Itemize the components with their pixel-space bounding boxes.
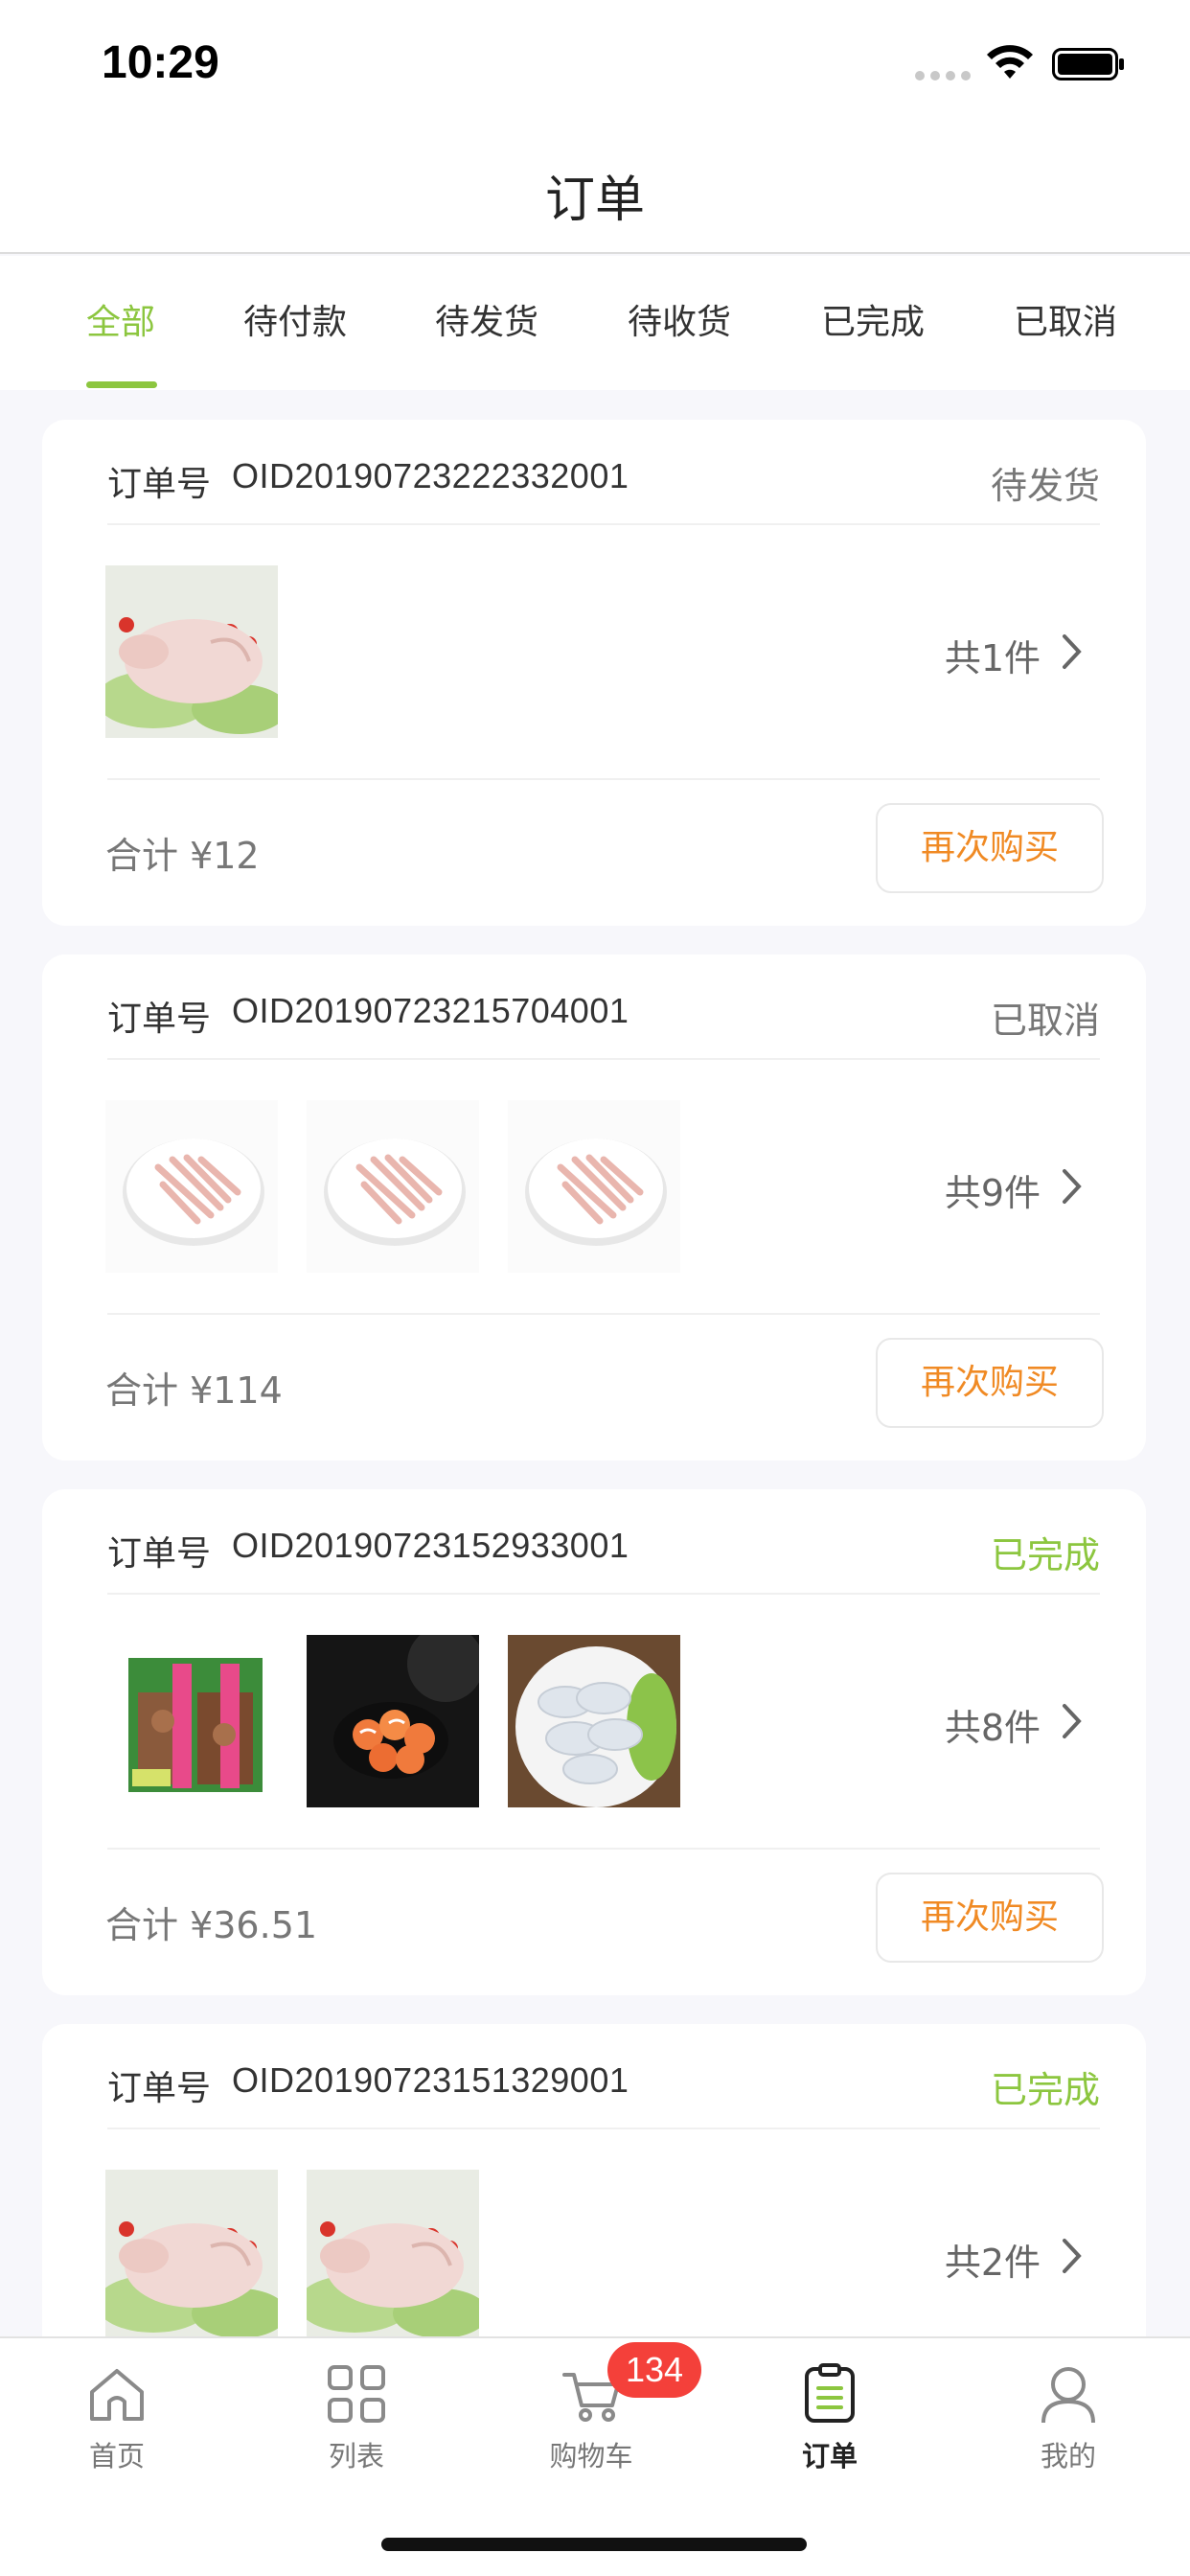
order-icon: [805, 2363, 855, 2423]
product-image-salmon-balls: [307, 1635, 479, 1807]
buy-again-button[interactable]: 再次购买: [876, 803, 1104, 893]
item-count: 共2件: [944, 2242, 1041, 2284]
tabbar-label: 首页: [88, 2440, 145, 2472]
tabbar-label: 我的: [1040, 2440, 1096, 2472]
order-status-tabs: 全部 待付款 待发货 待收货 已完成 已取消: [0, 256, 1190, 390]
product-image-whole-duck: [105, 565, 278, 738]
product-thumbnails[interactable]: [105, 2170, 479, 2344]
order-number: OID20190723152933001: [232, 1526, 629, 1565]
order-header: 订单号 OID20190723215704001 已取消: [107, 991, 1100, 1048]
divider: [107, 1848, 1100, 1850]
item-count: 共1件: [944, 637, 1041, 679]
product-image-duck-feet: [105, 1100, 278, 1273]
product-image-whole-duck: [105, 2170, 278, 2342]
tab-pending-receipt[interactable]: 待收货: [628, 294, 731, 344]
cart-count-badge: 134: [607, 2342, 701, 2398]
product-image-shrimp: [508, 1635, 680, 1807]
order-status: 已完成: [990, 2069, 1100, 2111]
order-header: 订单号 OID20190723222332001 待发货: [107, 456, 1100, 514]
chevron-right-icon[interactable]: [1062, 632, 1083, 671]
product-image-duck-feet: [307, 1100, 479, 1273]
product-thumbnails[interactable]: [105, 565, 278, 740]
chevron-right-icon[interactable]: [1062, 1702, 1083, 1740]
order-number-label: 订单号: [107, 1534, 212, 1574]
grid-icon: [328, 2365, 385, 2423]
order-total: 合计 ¥12: [105, 835, 260, 877]
divider: [107, 778, 1100, 780]
tab-completed[interactable]: 已完成: [821, 294, 925, 344]
tab-cancelled[interactable]: 已取消: [1014, 294, 1117, 344]
order-status: 已完成: [990, 1534, 1100, 1576]
buy-again-button[interactable]: 再次购买: [876, 1873, 1104, 1963]
tabbar-orders[interactable]: 订单: [763, 2363, 897, 2474]
buy-again-button[interactable]: 再次购买: [876, 1338, 1104, 1428]
wifi-icon: [987, 45, 1033, 79]
order-number: OID20190723151329001: [232, 2060, 629, 2100]
product-image-duck-feet: [508, 1100, 680, 1273]
order-number: OID20190723215704001: [232, 991, 629, 1030]
order-number-label: 订单号: [107, 1000, 212, 1039]
divider: [107, 1058, 1100, 1060]
tabbar-label: 购物车: [549, 2440, 633, 2472]
status-bar: 10:29: [0, 0, 1190, 126]
page-title: 订单: [544, 172, 645, 229]
product-thumbnails[interactable]: [105, 1100, 680, 1275]
signal-icon: [915, 71, 971, 80]
order-total: 合计 ¥114: [105, 1369, 283, 1412]
divider: [107, 523, 1100, 525]
tabbar-list[interactable]: 列表: [289, 2363, 423, 2474]
divider: [107, 2128, 1100, 2129]
home-icon: [90, 2369, 144, 2421]
order-number-label: 订单号: [107, 465, 212, 504]
nav-bar: 订单: [0, 126, 1190, 254]
home-indicator: [381, 2538, 807, 2551]
divider: [107, 1313, 1100, 1315]
order-card[interactable]: 订单号 OID20190723152933001 已完成 共8件 合计 ¥36.…: [42, 1489, 1146, 1995]
order-status: 已取消: [990, 1000, 1100, 1042]
order-header: 订单号 OID20190723151329001 已完成: [107, 2060, 1100, 2118]
tab-all[interactable]: 全部: [86, 294, 155, 344]
tab-pending-shipment[interactable]: 待发货: [435, 294, 538, 344]
product-thumbnails[interactable]: [105, 1635, 680, 1809]
tabbar-me[interactable]: 我的: [1001, 2363, 1135, 2474]
product-image-mushroom-pack: [105, 1635, 278, 1807]
order-total: 合计 ¥36.51: [105, 1904, 318, 1946]
battery-icon: [1052, 48, 1124, 80]
divider: [107, 1593, 1100, 1595]
active-tab-indicator: [86, 381, 157, 388]
item-count: 共8件: [944, 1707, 1041, 1749]
tabbar-label: 订单: [801, 2440, 858, 2472]
user-icon: [1041, 2367, 1095, 2424]
product-image-whole-duck: [307, 2170, 479, 2342]
tabbar-label: 列表: [328, 2440, 384, 2472]
order-header: 订单号 OID20190723152933001 已完成: [107, 1526, 1100, 1583]
status-time: 10:29: [102, 37, 219, 88]
order-status: 待发货: [990, 465, 1100, 507]
order-number: OID20190723222332001: [232, 456, 629, 495]
tabbar-home[interactable]: 首页: [50, 2363, 184, 2474]
order-number-label: 订单号: [107, 2069, 212, 2108]
chevron-right-icon[interactable]: [1062, 1167, 1083, 1206]
order-card[interactable]: 订单号 OID20190723222332001 待发货 共1件 合计 ¥12 …: [42, 420, 1146, 926]
tab-pending-payment[interactable]: 待付款: [243, 294, 347, 344]
item-count: 共9件: [944, 1172, 1041, 1214]
order-card[interactable]: 订单号 OID20190723215704001 已取消 共9件 合计 ¥114…: [42, 954, 1146, 1460]
chevron-right-icon[interactable]: [1062, 2237, 1083, 2275]
